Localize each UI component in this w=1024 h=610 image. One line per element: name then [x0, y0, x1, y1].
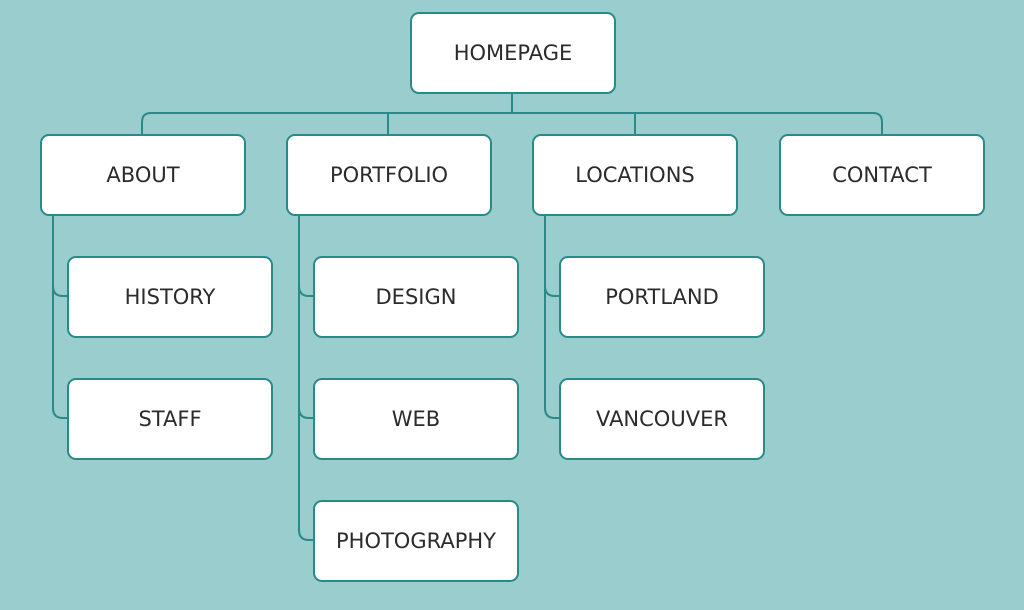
node-contact[interactable]: CONTACT [779, 134, 985, 216]
portfolio-children-connector [298, 215, 314, 541]
node-about[interactable]: ABOUT [40, 134, 246, 216]
about-children-connector [52, 215, 68, 419]
node-portland[interactable]: PORTLAND [559, 256, 765, 338]
node-design[interactable]: DESIGN [313, 256, 519, 338]
locations-children-connector [544, 215, 560, 419]
section-bus [141, 112, 883, 134]
node-homepage[interactable]: HOMEPAGE [410, 12, 616, 94]
node-vancouver[interactable]: VANCOUVER [559, 378, 765, 460]
node-locations[interactable]: LOCATIONS [532, 134, 738, 216]
node-web[interactable]: WEB [313, 378, 519, 460]
node-history[interactable]: HISTORY [67, 256, 273, 338]
node-staff[interactable]: STAFF [67, 378, 273, 460]
node-portfolio[interactable]: PORTFOLIO [286, 134, 492, 216]
node-photography[interactable]: PHOTOGRAPHY [313, 500, 519, 582]
